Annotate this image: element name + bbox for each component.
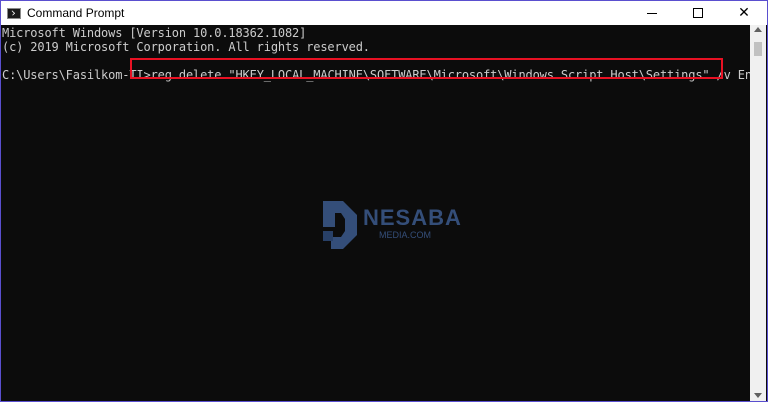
close-icon: ✕ xyxy=(738,5,750,21)
watermark-subtitle: MEDIA.COM xyxy=(379,230,432,240)
nesaba-logo-icon xyxy=(323,201,357,249)
title-bar[interactable]: Command Prompt ✕ xyxy=(1,1,767,25)
vertical-scrollbar[interactable] xyxy=(750,25,766,401)
command-prompt-window: Command Prompt ✕ Microsoft Windows [Vers… xyxy=(0,0,768,402)
command-prompt-icon[interactable] xyxy=(7,7,21,19)
window-title: Command Prompt xyxy=(27,6,125,20)
window-controls: ✕ xyxy=(629,1,767,25)
command-highlight-box xyxy=(130,58,723,79)
console-line-version: Microsoft Windows [Version 10.0.18362.10… xyxy=(2,26,307,40)
console-output[interactable]: Microsoft Windows [Version 10.0.18362.10… xyxy=(1,25,752,401)
scroll-down-arrow-icon[interactable] xyxy=(754,393,762,398)
watermark-brand: NESABA xyxy=(363,205,462,230)
nesaba-watermark: NESABA MEDIA.COM xyxy=(317,197,467,257)
scroll-up-arrow-icon[interactable] xyxy=(754,27,762,32)
console-prompt: C:\Users\Fasilkom-TI> xyxy=(2,68,151,82)
scroll-thumb[interactable] xyxy=(754,42,762,56)
maximize-icon xyxy=(693,8,703,18)
minimize-icon xyxy=(647,12,657,14)
minimize-button[interactable] xyxy=(629,1,675,25)
console-line-copyright: (c) 2019 Microsoft Corporation. All righ… xyxy=(2,40,370,54)
close-button[interactable]: ✕ xyxy=(721,1,767,25)
maximize-button[interactable] xyxy=(675,1,721,25)
